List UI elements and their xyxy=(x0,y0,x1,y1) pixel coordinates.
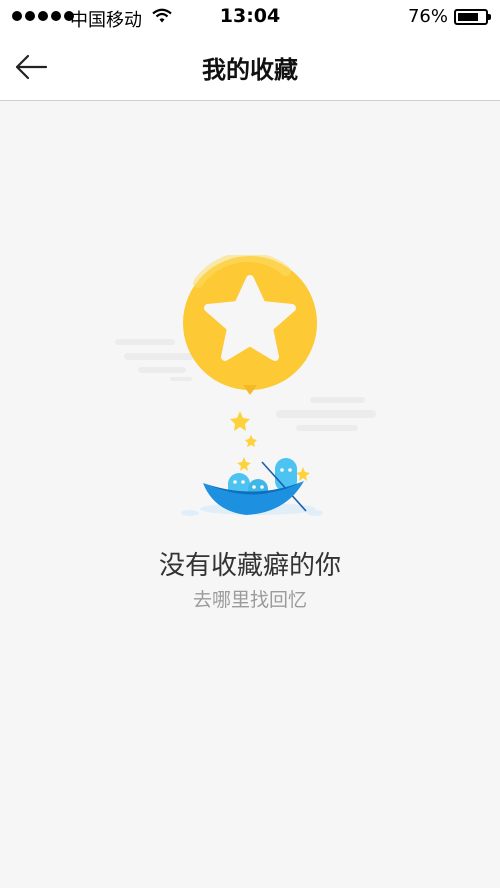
find-memories-link[interactable]: 去哪里找回忆 xyxy=(0,585,500,612)
battery-level xyxy=(458,13,478,21)
battery-icon xyxy=(454,9,491,25)
battery-percent: 76% xyxy=(407,6,448,27)
empty-state-title: 没有收藏癖的你 xyxy=(158,551,341,581)
boat-icon xyxy=(181,458,323,516)
page-title: 我的收藏 xyxy=(202,56,298,84)
cloud-right-icon xyxy=(276,397,376,431)
balloon-icon xyxy=(183,255,317,395)
status-bar: 中国移动 13:04 76% xyxy=(0,0,500,34)
navigation-bar: 我的收藏 xyxy=(0,34,500,101)
cloud-left-icon xyxy=(115,339,194,381)
star-balloon-boat-icon xyxy=(115,255,376,516)
